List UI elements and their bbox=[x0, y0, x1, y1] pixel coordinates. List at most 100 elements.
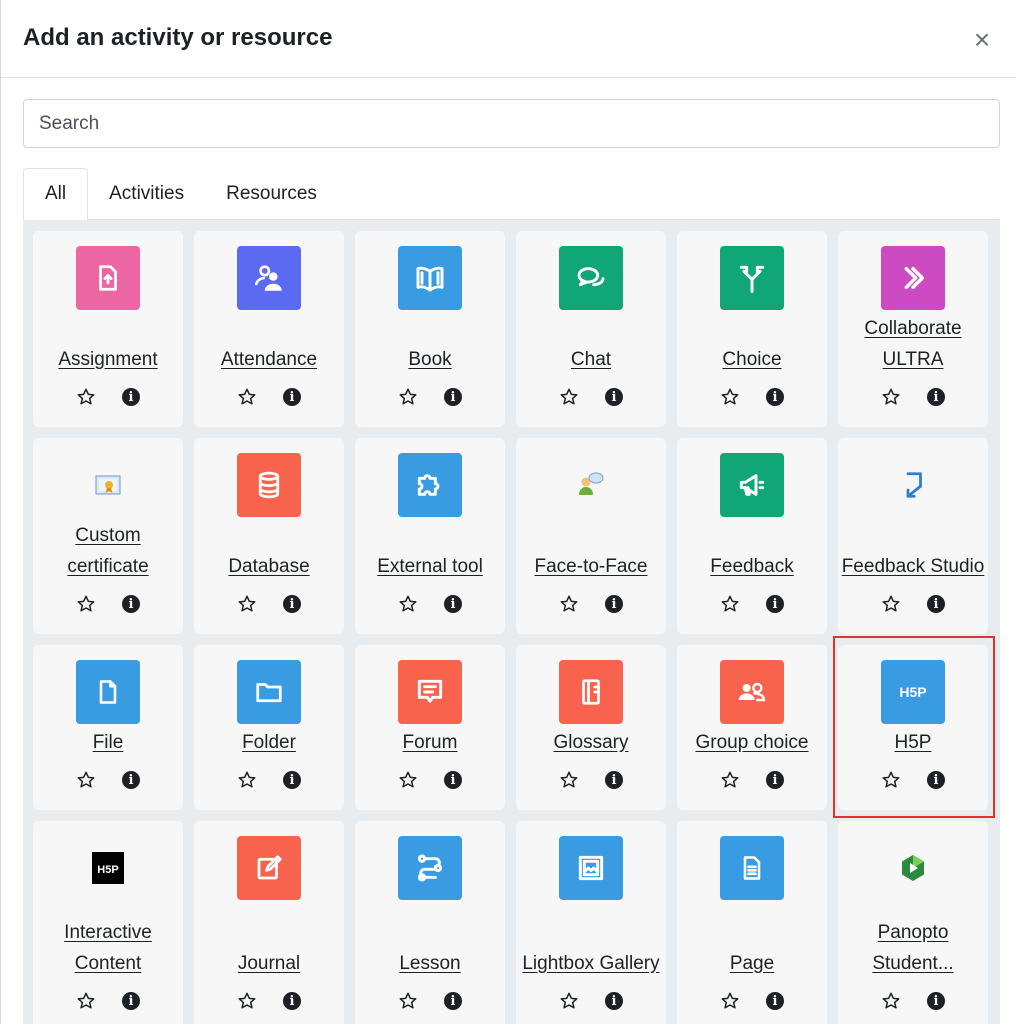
activity-card-folder[interactable]: Folder i bbox=[194, 645, 344, 810]
activity-label: Glossary bbox=[553, 731, 629, 753]
star-icon[interactable] bbox=[76, 991, 96, 1011]
activity-card-interactive-content[interactable]: H5P Interactive Content i bbox=[33, 821, 183, 1024]
activity-card-collaborate-ultra[interactable]: Collaborate ULTRA i bbox=[838, 231, 988, 427]
activity-card-h5p[interactable]: H5P H5P i bbox=[838, 645, 988, 810]
info-icon[interactable]: i bbox=[444, 771, 462, 789]
info-icon[interactable]: i bbox=[766, 595, 784, 613]
card-actions: i bbox=[677, 594, 827, 616]
star-icon[interactable] bbox=[881, 387, 901, 407]
info-icon[interactable]: i bbox=[122, 992, 140, 1010]
star-icon[interactable] bbox=[720, 387, 740, 407]
info-icon[interactable]: i bbox=[766, 992, 784, 1010]
info-icon[interactable]: i bbox=[283, 388, 301, 406]
star-icon[interactable] bbox=[237, 991, 257, 1011]
card-actions: i bbox=[194, 594, 344, 616]
info-icon[interactable]: i bbox=[605, 771, 623, 789]
close-icon: × bbox=[973, 24, 991, 55]
star-icon[interactable] bbox=[76, 770, 96, 790]
star-icon[interactable] bbox=[559, 770, 579, 790]
info-icon[interactable]: i bbox=[766, 771, 784, 789]
activity-label: Journal bbox=[237, 952, 301, 974]
info-icon[interactable]: i bbox=[444, 992, 462, 1010]
star-icon[interactable] bbox=[559, 991, 579, 1011]
activity-label: Feedback Studio bbox=[841, 555, 985, 577]
activity-card-external-tool[interactable]: External tool i bbox=[355, 438, 505, 634]
activity-card-attendance[interactable]: Attendance i bbox=[194, 231, 344, 427]
h5p-black-icon: H5P bbox=[76, 836, 140, 900]
activity-card-group-choice[interactable]: Group choice i bbox=[677, 645, 827, 810]
star-icon[interactable] bbox=[398, 770, 418, 790]
info-icon[interactable]: i bbox=[122, 771, 140, 789]
card-actions: i bbox=[516, 770, 666, 792]
star-icon[interactable] bbox=[881, 594, 901, 614]
info-icon[interactable]: i bbox=[605, 595, 623, 613]
card-actions: i bbox=[838, 770, 988, 792]
star-icon[interactable] bbox=[720, 594, 740, 614]
star-icon[interactable] bbox=[559, 387, 579, 407]
info-icon[interactable]: i bbox=[766, 388, 784, 406]
star-icon[interactable] bbox=[398, 991, 418, 1011]
info-icon[interactable]: i bbox=[122, 595, 140, 613]
star-icon[interactable] bbox=[398, 594, 418, 614]
activity-label: Collaborate ULTRA bbox=[864, 318, 962, 370]
search-input[interactable] bbox=[23, 99, 1000, 148]
star-icon[interactable] bbox=[76, 387, 96, 407]
info-icon[interactable]: i bbox=[283, 992, 301, 1010]
star-icon[interactable] bbox=[398, 387, 418, 407]
activity-label: Attendance bbox=[220, 348, 318, 370]
info-icon[interactable]: i bbox=[444, 388, 462, 406]
activity-card-lightbox-gallery[interactable]: Lightbox Gallery i bbox=[516, 821, 666, 1024]
star-icon[interactable] bbox=[76, 594, 96, 614]
star-icon[interactable] bbox=[237, 770, 257, 790]
card-actions: i bbox=[33, 387, 183, 409]
activity-card-lesson[interactable]: Lesson i bbox=[355, 821, 505, 1024]
info-icon[interactable]: i bbox=[122, 388, 140, 406]
info-icon[interactable]: i bbox=[605, 388, 623, 406]
activity-card-book[interactable]: Book i bbox=[355, 231, 505, 427]
info-icon[interactable]: i bbox=[283, 771, 301, 789]
card-actions: i bbox=[838, 594, 988, 616]
h5p-icon: H5P bbox=[881, 660, 945, 724]
activity-label: Lesson bbox=[399, 952, 461, 974]
activity-card-panopto-student[interactable]: Panopto Student... i bbox=[838, 821, 988, 1024]
card-actions: i bbox=[33, 770, 183, 792]
card-actions: i bbox=[516, 387, 666, 409]
star-icon[interactable] bbox=[720, 770, 740, 790]
assignment-icon bbox=[76, 246, 140, 310]
activity-card-journal[interactable]: Journal i bbox=[194, 821, 344, 1024]
info-icon[interactable]: i bbox=[927, 992, 945, 1010]
star-icon[interactable] bbox=[881, 770, 901, 790]
activity-card-feedback[interactable]: Feedback i bbox=[677, 438, 827, 634]
close-button[interactable]: × bbox=[968, 26, 996, 54]
tab-all[interactable]: All bbox=[23, 168, 89, 220]
activity-card-page[interactable]: Page i bbox=[677, 821, 827, 1024]
star-icon[interactable] bbox=[720, 991, 740, 1011]
tab-resources[interactable]: Resources bbox=[205, 168, 338, 220]
activity-card-database[interactable]: Database i bbox=[194, 438, 344, 634]
card-actions: i bbox=[194, 770, 344, 792]
star-icon[interactable] bbox=[881, 991, 901, 1011]
info-icon[interactable]: i bbox=[444, 595, 462, 613]
search-container bbox=[23, 99, 1000, 148]
activity-grid: Assignment i Attendance i Book i Chat i Choice i C… bbox=[23, 219, 1000, 1024]
activity-label: H5P bbox=[894, 731, 932, 753]
tab-activities[interactable]: Activities bbox=[88, 168, 205, 220]
star-icon[interactable] bbox=[559, 594, 579, 614]
info-icon[interactable]: i bbox=[927, 388, 945, 406]
activity-card-assignment[interactable]: Assignment i bbox=[33, 231, 183, 427]
star-icon[interactable] bbox=[237, 387, 257, 407]
info-icon[interactable]: i bbox=[927, 771, 945, 789]
activity-card-face-to-face[interactable]: Face-to-Face i bbox=[516, 438, 666, 634]
activity-card-forum[interactable]: Forum i bbox=[355, 645, 505, 810]
activity-card-chat[interactable]: Chat i bbox=[516, 231, 666, 427]
info-icon[interactable]: i bbox=[927, 595, 945, 613]
activity-card-feedback-studio[interactable]: Feedback Studio i bbox=[838, 438, 988, 634]
info-icon[interactable]: i bbox=[605, 992, 623, 1010]
star-icon[interactable] bbox=[237, 594, 257, 614]
activity-card-custom-certificate[interactable]: Custom certificate i bbox=[33, 438, 183, 634]
forum-icon bbox=[398, 660, 462, 724]
activity-card-choice[interactable]: Choice i bbox=[677, 231, 827, 427]
info-icon[interactable]: i bbox=[283, 595, 301, 613]
activity-card-glossary[interactable]: Glossary i bbox=[516, 645, 666, 810]
activity-card-file[interactable]: File i bbox=[33, 645, 183, 810]
